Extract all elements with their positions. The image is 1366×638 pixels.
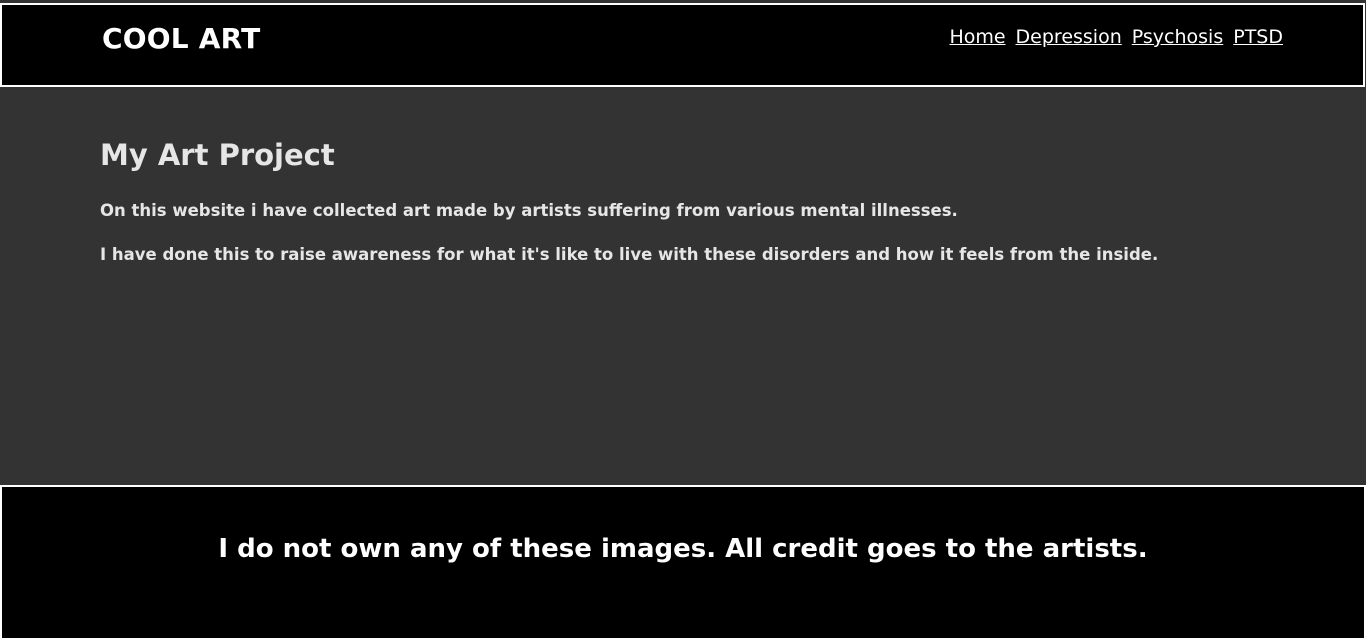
main-content: My Art Project On this website i have co… xyxy=(0,87,1366,485)
site-header: COOL ART Home Depression Psychosis PTSD xyxy=(0,3,1365,87)
nav-link-home[interactable]: Home xyxy=(949,23,1005,51)
page-title: My Art Project xyxy=(100,138,335,172)
purpose-paragraph: I have done this to raise awareness for … xyxy=(100,245,1159,264)
nav-link-psychosis[interactable]: Psychosis xyxy=(1132,23,1223,51)
footer-disclaimer: I do not own any of these images. All cr… xyxy=(218,534,1148,564)
main-nav: Home Depression Psychosis PTSD xyxy=(949,23,1283,51)
nav-link-depression[interactable]: Depression xyxy=(1016,23,1122,51)
site-footer: I do not own any of these images. All cr… xyxy=(0,485,1366,638)
intro-paragraph: On this website i have collected art mad… xyxy=(100,201,958,220)
site-logo[interactable]: COOL ART xyxy=(102,19,260,59)
nav-link-ptsd[interactable]: PTSD xyxy=(1233,23,1283,51)
